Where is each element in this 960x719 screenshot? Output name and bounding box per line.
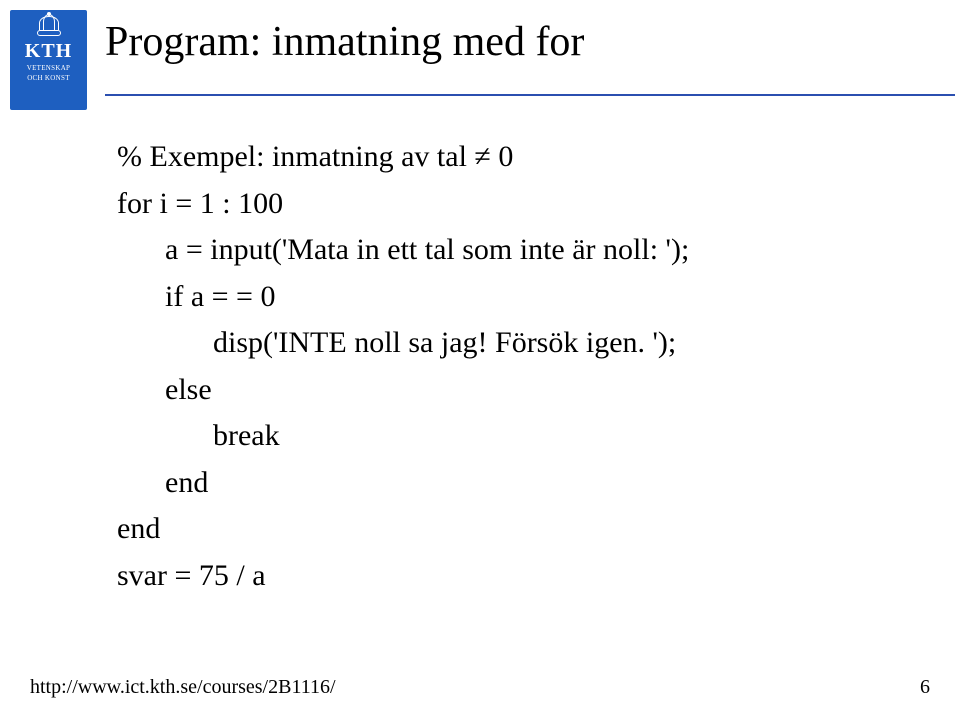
code-line: if a = = 0 <box>117 274 930 321</box>
code-line: end <box>117 460 930 507</box>
code-line: for i = 1 : 100 <box>117 181 930 228</box>
code-line: end <box>117 506 930 553</box>
code-block: % Exempel: inmatning av tal ≠ 0 for i = … <box>117 134 930 599</box>
footer-url: http://www.ict.kth.se/courses/2B1116/ <box>30 676 336 699</box>
code-line: svar = 75 / a <box>117 553 930 600</box>
logo-subtext-2: OCH KONST <box>27 75 70 83</box>
slide-title: Program: inmatning med for <box>105 18 930 66</box>
kth-logo: KTH VETENSKAP OCH KONST <box>10 10 87 110</box>
code-line: break <box>117 413 930 460</box>
page-number: 6 <box>920 676 930 699</box>
code-line: a = input('Mata in ett tal som inte är n… <box>117 227 930 274</box>
code-line: % Exempel: inmatning av tal ≠ 0 <box>117 134 930 181</box>
code-line: else <box>117 367 930 414</box>
logo-name: KTH <box>25 40 72 63</box>
logo-subtext-1: VETENSKAP <box>27 65 71 73</box>
title-rule <box>105 94 955 96</box>
crown-icon <box>34 16 64 36</box>
code-line: disp('INTE noll sa jag! Försök igen. '); <box>117 320 930 367</box>
